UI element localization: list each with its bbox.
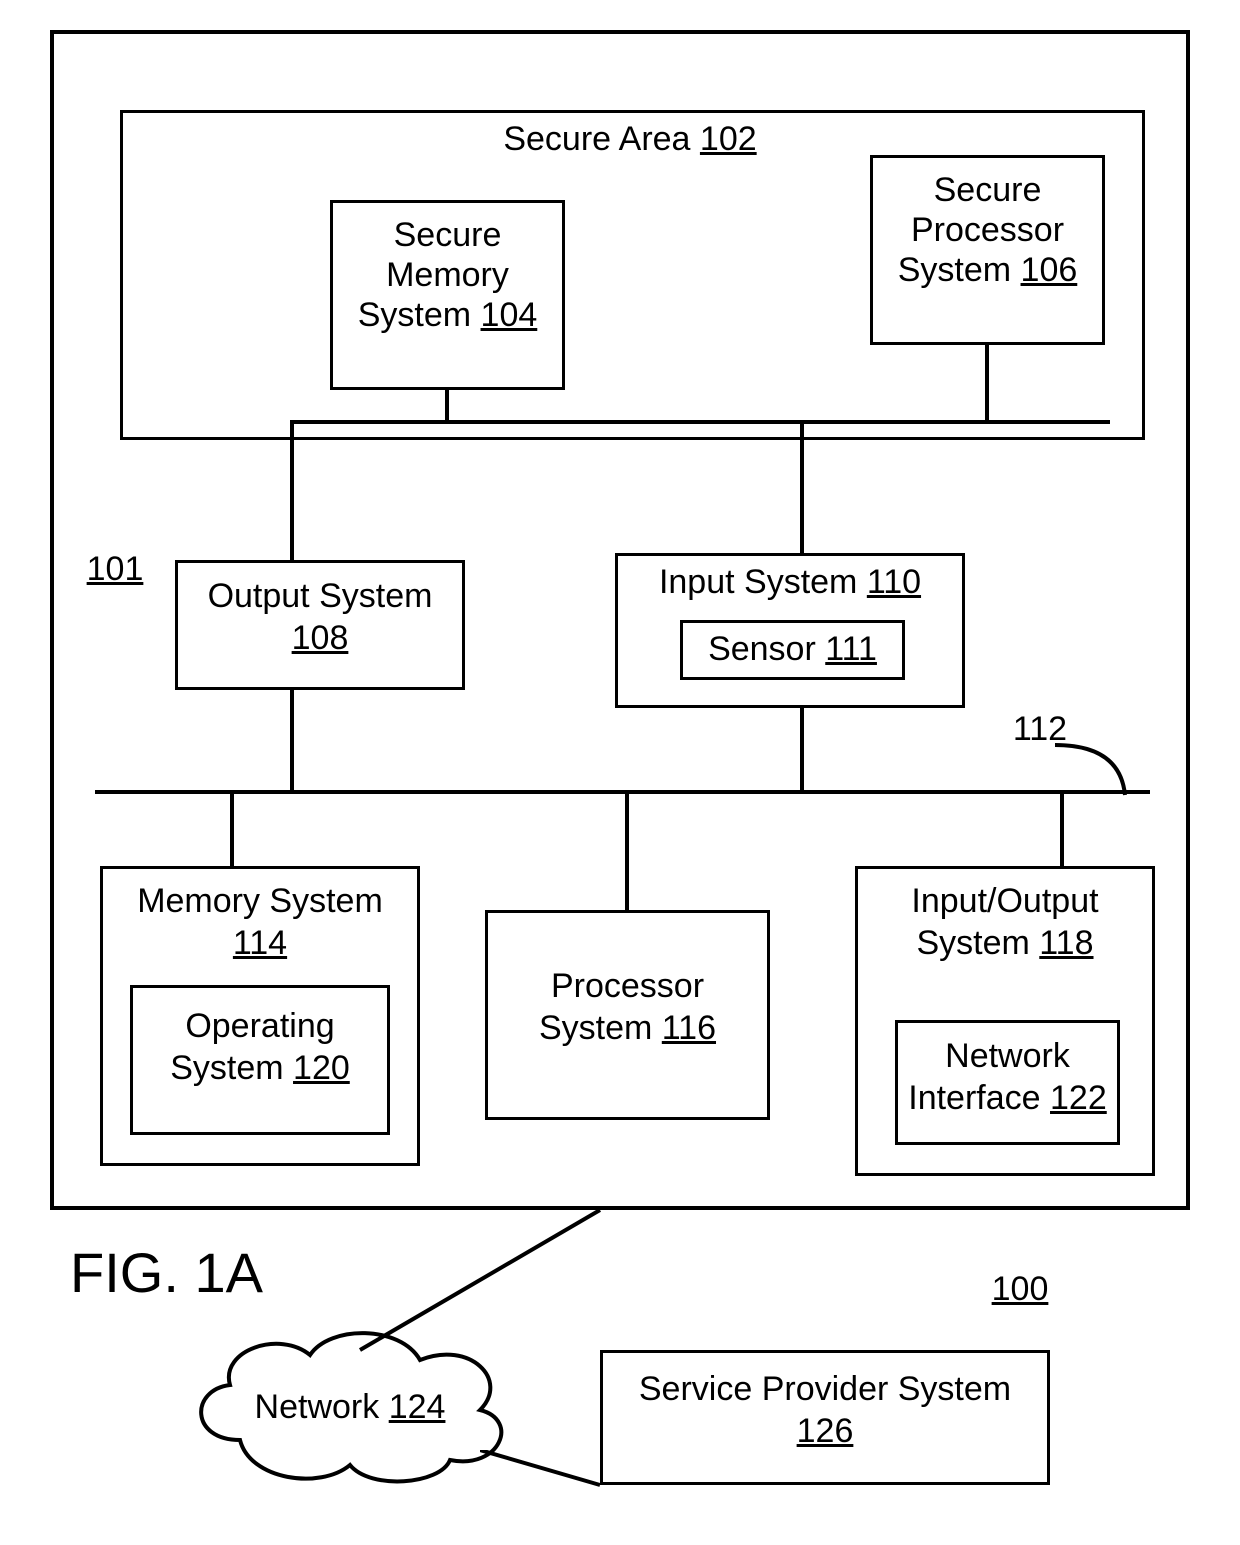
conn-output-bus	[290, 690, 294, 792]
diagram-canvas: 101 Secure Area 102 Secure Memory System…	[0, 0, 1240, 1545]
output-system-label: Output System 108	[175, 575, 465, 659]
conn-device-network	[350, 1210, 610, 1360]
memory-system-label: Memory System 114	[100, 880, 420, 964]
operating-system-label: Operating System 120	[130, 1005, 390, 1089]
ref-101: 101	[80, 550, 150, 589]
conn-bus-memory	[230, 790, 234, 866]
service-provider-label: Service Provider System 126	[600, 1368, 1050, 1452]
conn-input-bus	[800, 708, 804, 792]
conn-network-serviceprovider	[480, 1450, 620, 1510]
input-system-label: Input System 110	[615, 563, 965, 602]
processor-system-label: Processor System 116	[485, 965, 770, 1049]
network-interface-label: Network Interface 122	[895, 1035, 1120, 1119]
network-label: Network 124	[225, 1388, 475, 1427]
conn-secure-to-input	[800, 420, 804, 553]
conn-bus-io	[1060, 790, 1064, 866]
conn-secure-to-output	[290, 420, 294, 560]
secure-processor-label: Secure Processor System 106	[870, 170, 1105, 290]
secure-area-title: Secure Area 102	[430, 120, 830, 159]
main-bus	[95, 790, 1150, 794]
figure-caption: FIG. 1A	[70, 1240, 263, 1305]
conn-secureproc-bus	[985, 345, 989, 422]
conn-securemem-bus	[445, 390, 449, 422]
ref-100: 100	[980, 1270, 1060, 1309]
io-system-label: Input/Output System 118	[855, 880, 1155, 964]
conn-bus-processor	[625, 790, 629, 910]
sensor-label: Sensor 111	[680, 630, 905, 669]
secure-memory-label: Secure Memory System 104	[330, 215, 565, 335]
